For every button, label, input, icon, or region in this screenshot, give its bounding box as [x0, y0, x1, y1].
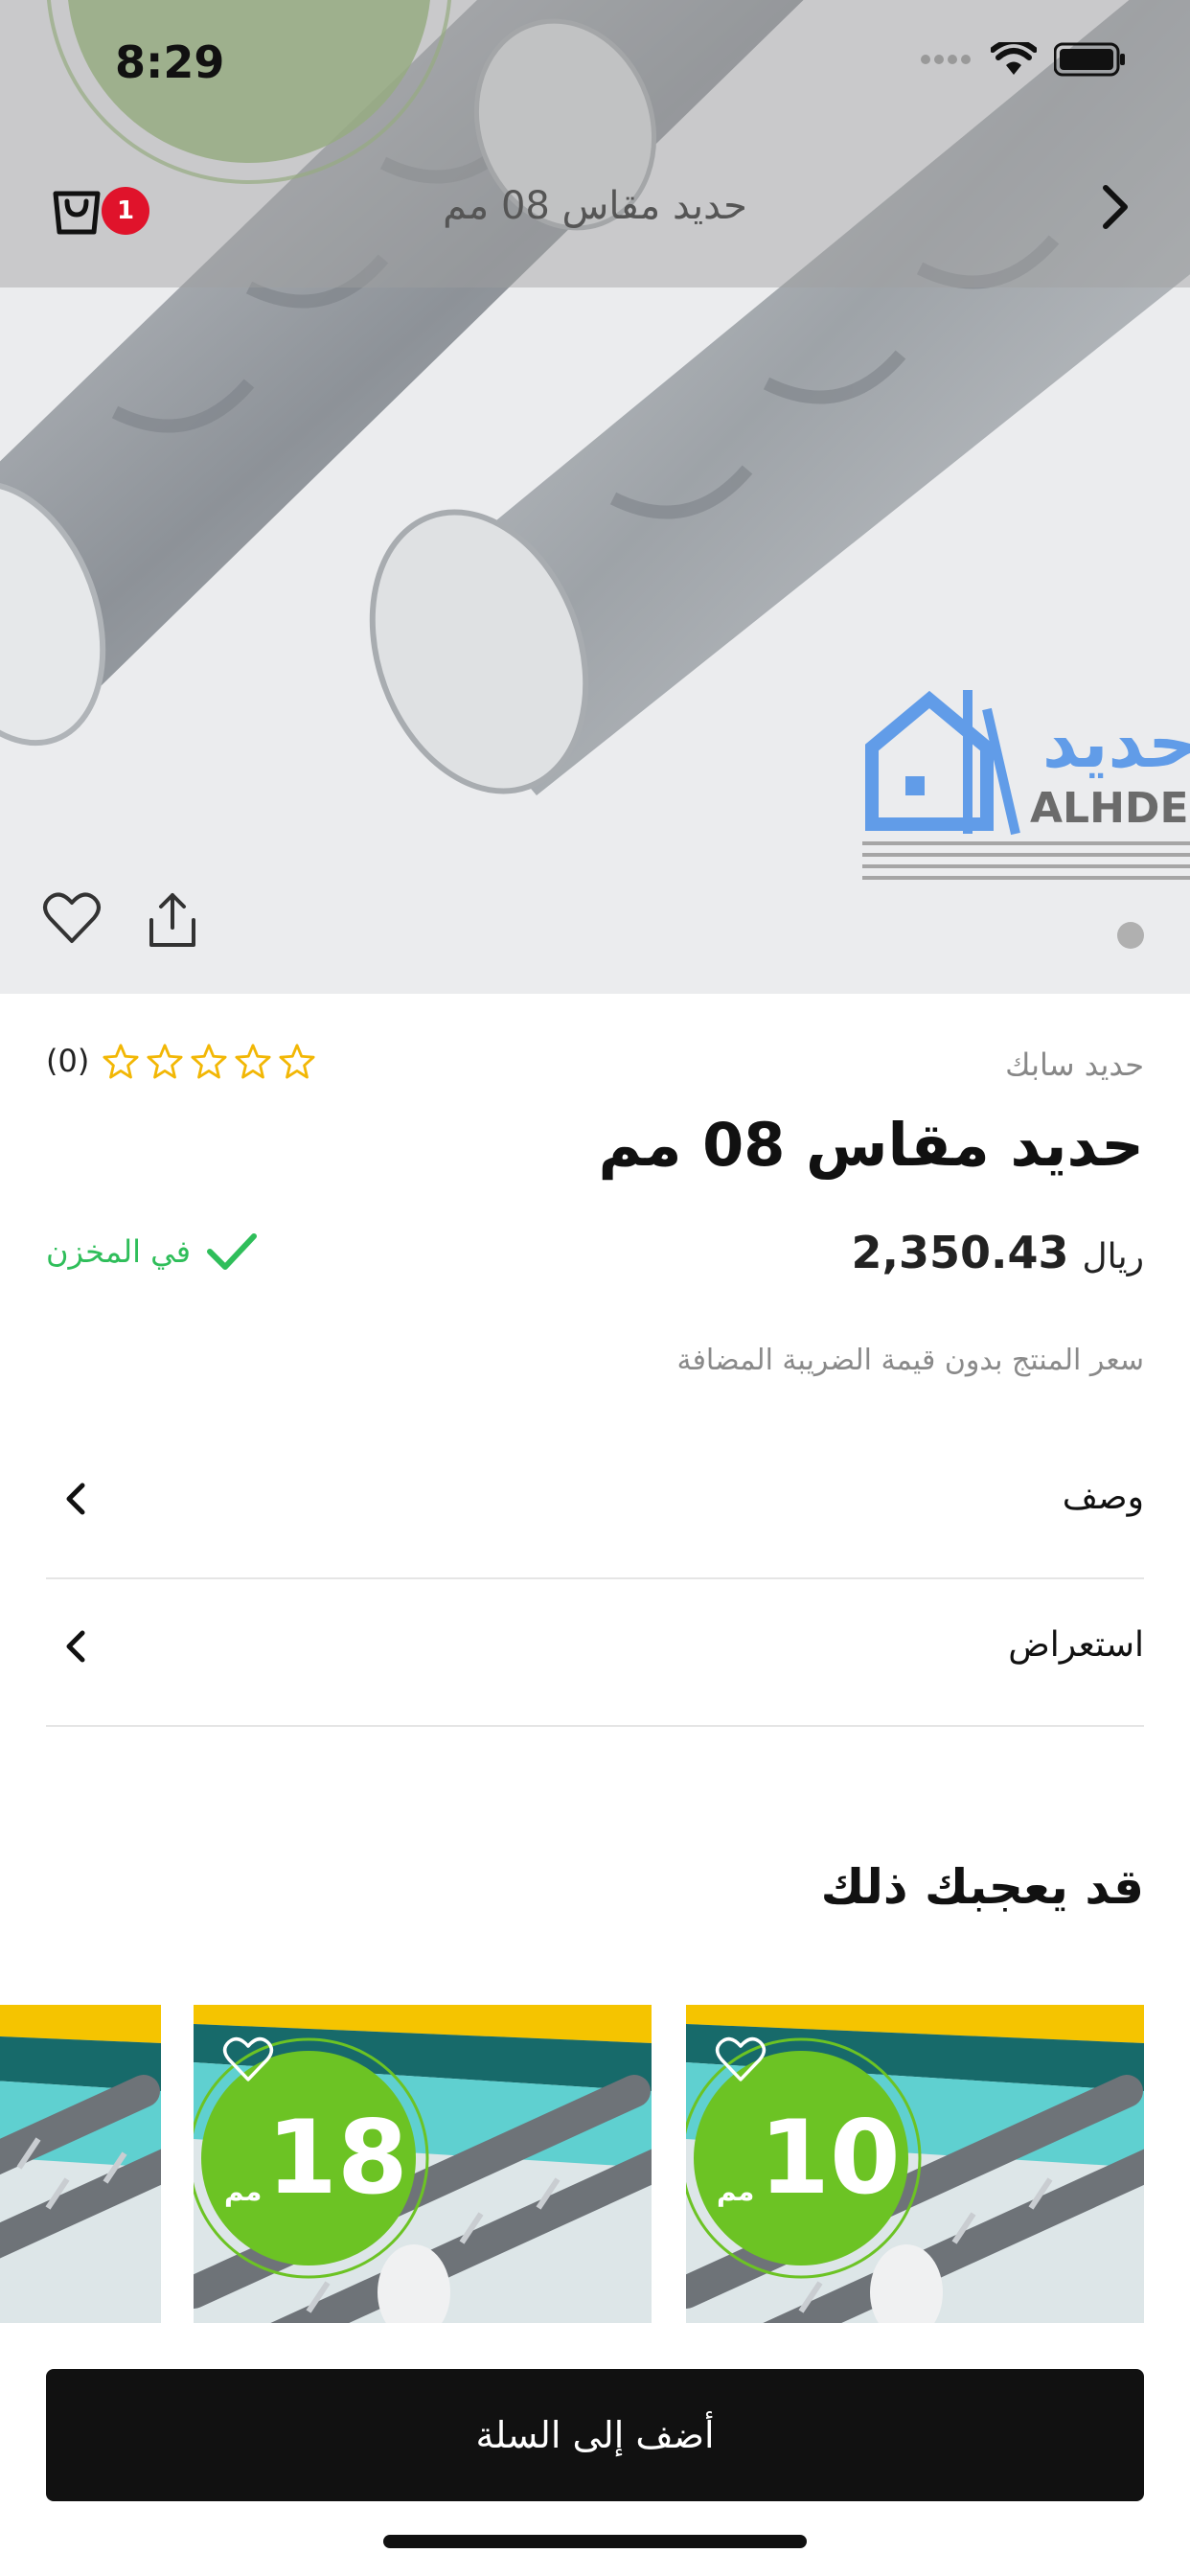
add-to-cart-button[interactable]: أضف إلى السلة	[46, 2369, 1144, 2501]
star-icon	[279, 1044, 315, 1079]
signal-icon	[921, 55, 971, 64]
svg-text:مم: مم	[717, 2175, 754, 2207]
back-chevron-icon[interactable]	[1087, 178, 1144, 236]
product-price: ريال 2,350.43	[851, 1227, 1144, 1278]
star-icon	[235, 1044, 271, 1079]
description-label: وصف	[1062, 1478, 1144, 1517]
page-title: حديد مقاس 08 مم	[443, 184, 747, 228]
product-card[interactable]: 10 مم	[686, 2005, 1144, 2323]
product-card-image	[0, 2005, 161, 2323]
svg-text:18: 18	[266, 2099, 408, 2217]
product-title: حديد مقاس 08 مم	[598, 1110, 1144, 1180]
reviews-row[interactable]: استعراض	[46, 1579, 1144, 1727]
recommendations-title: قد يعجبك ذلك	[820, 1859, 1144, 1915]
share-icon[interactable]	[146, 891, 199, 949]
heart-icon[interactable]	[42, 891, 102, 945]
wifi-icon	[991, 42, 1037, 75]
rating-count: (0)	[46, 1043, 90, 1079]
price-currency: ريال	[1082, 1237, 1144, 1276]
svg-text:حديد: حديد	[1042, 702, 1190, 783]
heart-icon[interactable]	[222, 2034, 274, 2085]
home-indicator	[383, 2535, 807, 2548]
cart-badge: 1	[102, 187, 149, 235]
svg-text:ALHDEE: ALHDEE	[1030, 784, 1190, 833]
product-brand[interactable]: حديد سابك	[1005, 1046, 1144, 1083]
star-icon	[103, 1044, 139, 1079]
reviews-label: استعراض	[1008, 1625, 1144, 1665]
chevron-left-icon	[66, 1483, 85, 1515]
star-icon	[147, 1044, 183, 1079]
svg-text:10: 10	[759, 2099, 901, 2217]
price-value: 2,350.43	[851, 1227, 1069, 1278]
star-icon	[191, 1044, 227, 1079]
stock-status: في المخزن	[46, 1230, 258, 1273]
check-icon	[207, 1233, 258, 1270]
status-indicators	[920, 42, 1127, 77]
gallery-page-dot[interactable]	[1117, 922, 1144, 949]
product-card[interactable]: 18 مم	[194, 2005, 652, 2323]
image-actions	[42, 891, 199, 949]
svg-text:مم: مم	[224, 2175, 262, 2207]
stock-label: في المخزن	[46, 1233, 192, 1270]
product-rating[interactable]: (0)	[46, 1043, 315, 1079]
heart-icon[interactable]	[715, 2034, 767, 2085]
product-card[interactable]	[0, 2005, 161, 2323]
tax-note: سعر المنتج بدون قيمة الضريبة المضافة	[676, 1344, 1145, 1377]
chevron-left-icon	[66, 1630, 85, 1663]
description-row[interactable]: وصف	[46, 1432, 1144, 1579]
status-time: 8:29	[115, 36, 225, 88]
battery-icon	[1054, 42, 1125, 77]
